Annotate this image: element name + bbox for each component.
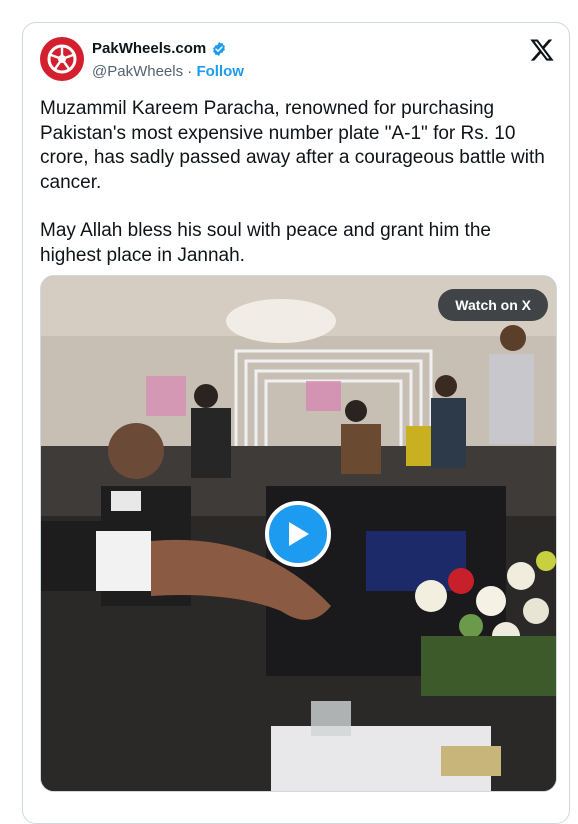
pakwheels-logo-icon[interactable] <box>40 37 84 81</box>
separator-dot: · <box>187 63 193 80</box>
tweet-text: Muzammil Kareem Paracha, renowned for pu… <box>40 97 545 268</box>
video-thumbnail[interactable]: Watch on X <box>40 275 557 792</box>
play-icon <box>289 522 309 546</box>
author-handle[interactable]: @PakWheels <box>92 63 183 80</box>
x-logo-icon[interactable] <box>529 37 555 63</box>
author-handle-row: @PakWheels · Follow <box>92 63 244 80</box>
watch-on-x-button[interactable]: Watch on X <box>438 289 548 321</box>
author-display-name[interactable]: PakWheels.com <box>92 40 206 57</box>
follow-button[interactable]: Follow <box>196 63 244 80</box>
play-button[interactable] <box>265 501 331 567</box>
tweet-card: PakWheels.com @PakWheels · Follow Muzamm… <box>22 22 570 824</box>
tweet-text-paragraph-2: May Allah bless his soul with peace and … <box>40 220 491 266</box>
tweet-text-paragraph-1: Muzammil Kareem Paracha, renowned for pu… <box>40 98 545 193</box>
verified-badge-icon <box>213 41 226 56</box>
author-name-row[interactable]: PakWheels.com <box>92 40 227 57</box>
